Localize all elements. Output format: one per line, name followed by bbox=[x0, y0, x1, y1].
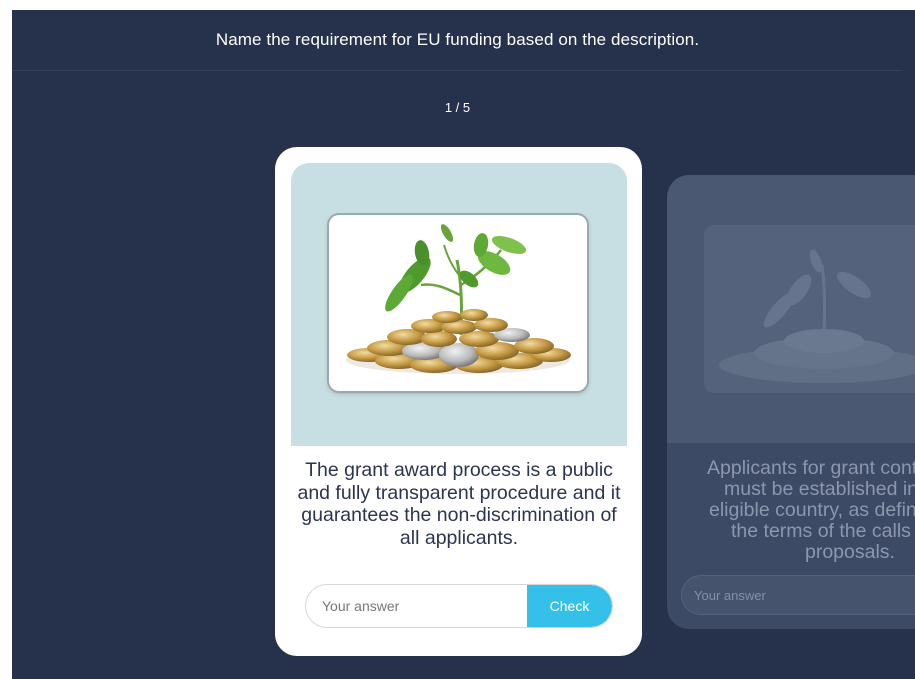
answer-input[interactable] bbox=[682, 576, 915, 614]
card-description: The grant award process is a public and … bbox=[297, 459, 621, 549]
progress-counter: 1 / 5 bbox=[444, 100, 471, 115]
check-button[interactable]: Check bbox=[527, 585, 612, 627]
answer-field-group bbox=[681, 575, 915, 615]
coins-plant-illustration bbox=[719, 249, 915, 383]
coins-plant-illustration bbox=[346, 224, 571, 374]
quiz-stage: Name the requirement for EU funding base… bbox=[12, 10, 915, 679]
card-media bbox=[667, 175, 915, 443]
description-line: Applicants for grant cont bbox=[707, 457, 915, 479]
active-card: The grant award process is a public and … bbox=[275, 147, 642, 656]
quiz-instruction: Name the requirement for EU funding base… bbox=[12, 10, 903, 71]
card-media bbox=[291, 163, 627, 446]
answer-field-group: Check bbox=[305, 584, 613, 628]
description-line: eligible country, as defin bbox=[709, 499, 915, 521]
coins-plant-image bbox=[704, 225, 915, 393]
coins-plant-image bbox=[329, 215, 587, 391]
next-card[interactable]: Applicants for grant cont must be establ… bbox=[667, 175, 915, 629]
description-line: must be established in bbox=[724, 478, 915, 500]
description-line: the terms of the calls f bbox=[731, 520, 915, 542]
instruction-text: Name the requirement for EU funding base… bbox=[215, 30, 700, 49]
card-description: Applicants for grant cont must be establ… bbox=[677, 458, 915, 563]
answer-input[interactable] bbox=[306, 585, 527, 627]
description-line: proposals. bbox=[805, 541, 895, 563]
